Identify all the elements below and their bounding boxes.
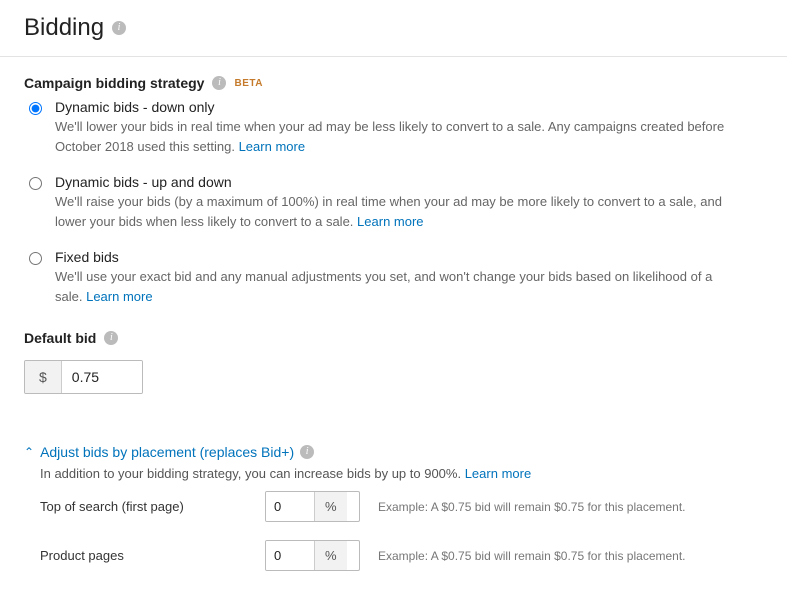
placement-label-top-of-search: Top of search (first page): [40, 499, 265, 514]
product-pages-pct-input[interactable]: [266, 541, 314, 570]
radio-description: We'll use your exact bid and any manual …: [55, 267, 735, 306]
caret-up-icon: ⌃: [24, 446, 34, 458]
learn-more-link[interactable]: Learn more: [357, 214, 423, 229]
placement-pct-field[interactable]: %: [265, 491, 360, 522]
radio-label: Dynamic bids - up and down: [55, 174, 763, 190]
radio-label: Dynamic bids - down only: [55, 99, 763, 115]
radio-input[interactable]: [29, 252, 42, 265]
percent-suffix: %: [314, 492, 347, 521]
learn-more-link[interactable]: Learn more: [465, 466, 531, 481]
radio-label: Fixed bids: [55, 249, 763, 265]
beta-badge: BETA: [234, 78, 262, 89]
learn-more-link[interactable]: Learn more: [239, 139, 305, 154]
radio-input[interactable]: [29, 102, 42, 115]
radio-input[interactable]: [29, 177, 42, 190]
info-icon[interactable]: i: [104, 331, 118, 345]
top-of-search-pct-input[interactable]: [266, 492, 314, 521]
adjust-desc-text: In addition to your bidding strategy, yo…: [40, 466, 461, 481]
radio-option-dynamic-down[interactable]: Dynamic bids - down only We'll lower you…: [24, 99, 763, 156]
placement-pct-field[interactable]: %: [265, 540, 360, 571]
radio-option-fixed-bids[interactable]: Fixed bids We'll use your exact bid and …: [24, 249, 763, 306]
placement-label-product-pages: Product pages: [40, 548, 265, 563]
info-icon[interactable]: i: [212, 76, 226, 90]
default-bid-heading: Default bid: [24, 330, 96, 346]
bidding-strategy-radio-group: Dynamic bids - down only We'll lower you…: [24, 99, 763, 306]
info-icon[interactable]: i: [300, 445, 314, 459]
radio-description: We'll raise your bids (by a maximum of 1…: [55, 192, 735, 231]
info-icon[interactable]: i: [112, 21, 126, 35]
strategy-heading: Campaign bidding strategy: [24, 75, 204, 91]
default-bid-input[interactable]: [62, 361, 142, 393]
radio-desc-text: We'll use your exact bid and any manual …: [55, 269, 712, 304]
currency-prefix: $: [25, 361, 62, 393]
percent-suffix: %: [314, 541, 347, 570]
radio-option-dynamic-up-down[interactable]: Dynamic bids - up and down We'll raise y…: [24, 174, 763, 231]
page-title: Bidding: [24, 14, 104, 42]
radio-description: We'll lower your bids in real time when …: [55, 117, 735, 156]
adjust-bids-toggle[interactable]: ⌃ Adjust bids by placement (replaces Bid…: [24, 444, 763, 460]
divider: [0, 56, 787, 57]
placement-example: Example: A $0.75 bid will remain $0.75 f…: [360, 500, 763, 514]
placement-example: Example: A $0.75 bid will remain $0.75 f…: [360, 549, 763, 563]
radio-desc-text: We'll lower your bids in real time when …: [55, 119, 724, 154]
learn-more-link[interactable]: Learn more: [86, 289, 152, 304]
adjust-bids-description: In addition to your bidding strategy, yo…: [40, 466, 763, 481]
default-bid-field[interactable]: $: [24, 360, 143, 394]
adjust-bids-heading: Adjust bids by placement (replaces Bid+): [40, 444, 294, 460]
